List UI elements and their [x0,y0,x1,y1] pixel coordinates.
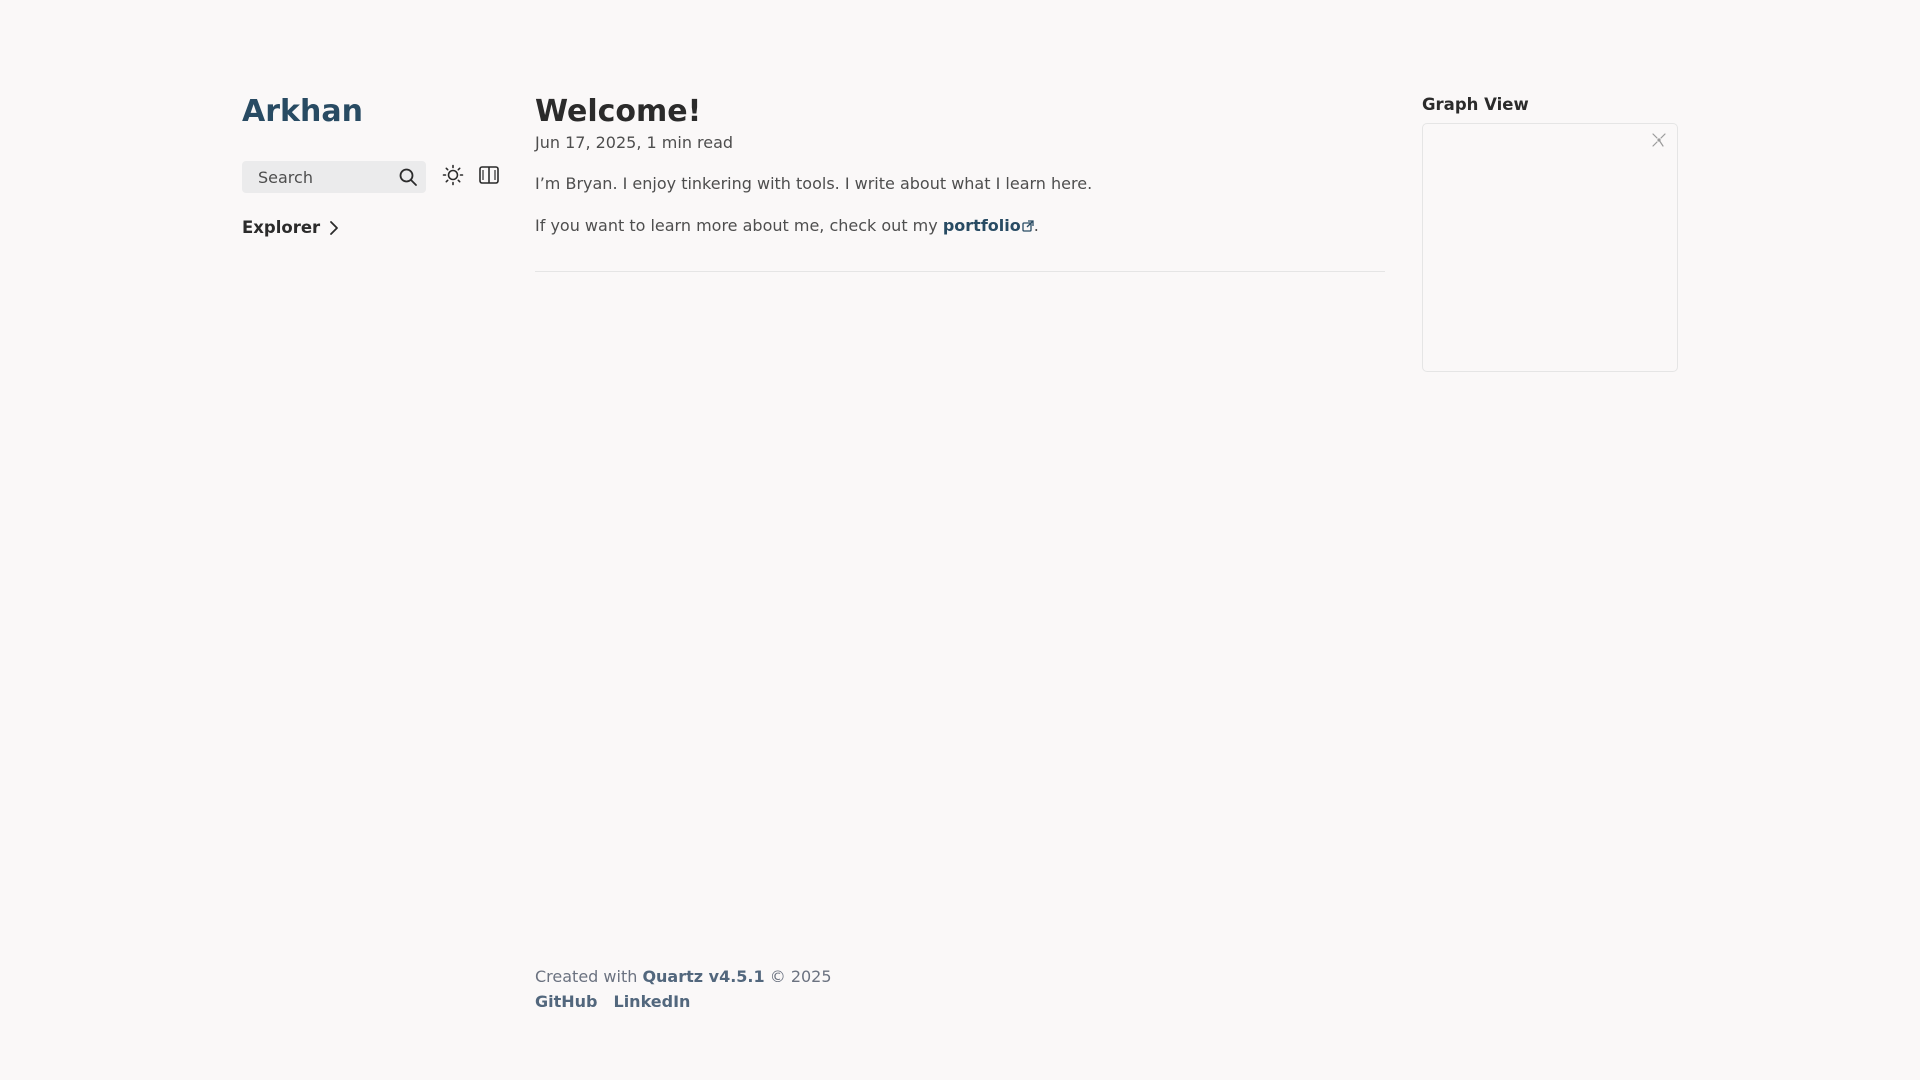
portfolio-link-label: portfolio [942,216,1021,235]
external-link-icon [1022,216,1034,238]
github-link[interactable]: GitHub [535,991,598,1013]
search-icon [398,167,418,187]
content-divider [535,271,1385,272]
footer-links: GitHub LinkedIn [535,991,832,1013]
quartz-link[interactable]: Quartz v4.5.1 [642,967,764,986]
paragraph-portfolio: If you want to learn more about me, chec… [535,215,1385,238]
expand-graph-button[interactable] [1649,132,1669,152]
sun-icon [442,164,464,190]
read-time: 1 min read [646,133,734,152]
graph-view-title: Graph View [1422,95,1529,114]
footer: Created with Quartz v4.5.1 © 2025 GitHub… [535,966,832,1013]
theme-toggle-button[interactable] [441,164,465,190]
book-icon [478,164,500,190]
page: Arkhan Search Explorer Welcome! Jun 17, … [0,0,1920,1080]
article-meta: Jun 17, 2025, 1 min read [535,132,1385,154]
footer-created-prefix: Created with [535,967,643,986]
site-title-link[interactable]: Arkhan [242,92,502,132]
meta-separator: , [636,133,642,152]
search-label: Search [258,167,313,187]
footer-copyright: © 2025 [764,967,832,986]
explorer-label: Explorer [242,218,321,237]
graph-view-canvas[interactable] [1422,123,1678,372]
linkedin-link[interactable]: LinkedIn [614,991,691,1013]
chevron-right-icon [327,219,341,237]
right-sidebar: Graph View [1422,94,1678,372]
paragraph-portfolio-prefix: If you want to learn more about me, chec… [535,216,943,235]
sidebar-tools: Search [242,161,502,193]
paragraph-portfolio-suffix: . [1033,216,1039,235]
paragraph-intro: I’m Bryan. I enjoy tinkering with tools.… [535,174,1093,193]
page-title: Welcome! [535,94,702,129]
footer-credit: Created with Quartz v4.5.1 © 2025 [535,966,832,988]
left-sidebar: Arkhan Search Explorer [242,92,502,237]
expand-graph-icon [1650,131,1668,153]
reader-mode-button[interactable] [477,165,501,189]
article-date: Jun 17, 2025 [535,133,637,152]
search-button[interactable]: Search [242,161,426,193]
explorer-toggle[interactable]: Explorer [242,218,502,237]
article-body: I’m Bryan. I enjoy tinkering with tools.… [535,173,1385,238]
main-content: Welcome! Jun 17, 2025, 1 min read I’m Br… [535,92,1385,280]
portfolio-link[interactable]: portfolio [943,216,1034,235]
